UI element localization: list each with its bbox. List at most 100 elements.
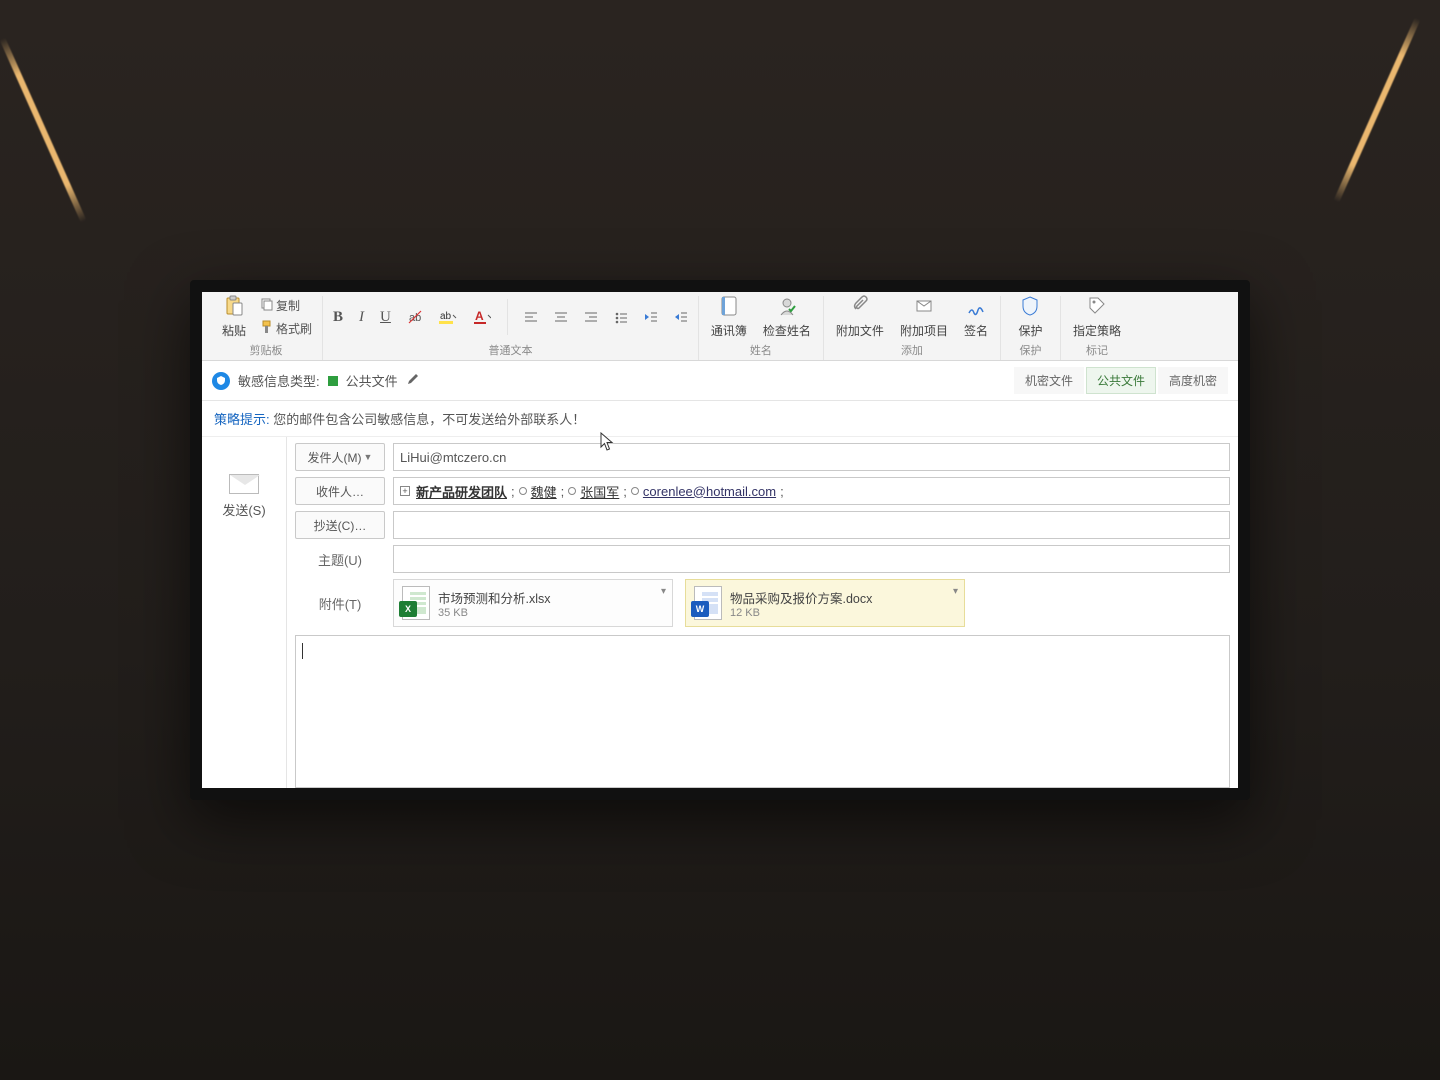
sensitivity-tabs: 机密文件 公共文件 高度机密 [1014, 367, 1228, 394]
cc-row: 抄送(C)… [295, 511, 1230, 539]
ribbon-group-include: 附加文件 附加项目 签名 添加 [824, 296, 1001, 360]
attachment-1-size: 35 KB [438, 607, 551, 619]
svg-text:ab: ab [409, 312, 421, 324]
word-file-icon: W [694, 586, 722, 620]
recipient-2[interactable]: 张国军 [580, 482, 619, 501]
check-names-button[interactable]: 检查姓名 [757, 293, 817, 341]
attachment-list: X 市场预测和分析.xlsx 35 KB ▾ W [393, 579, 1230, 627]
attach-file-label: 附加文件 [836, 322, 884, 339]
message-body[interactable] [295, 635, 1230, 788]
format-painter-label: 格式刷 [276, 320, 312, 337]
subject-field[interactable] [393, 545, 1230, 573]
cc-button[interactable]: 抄送(C)… [295, 511, 385, 539]
assign-policy-label: 指定策略 [1073, 322, 1121, 339]
attach-item-button[interactable]: 附加项目 [894, 293, 954, 341]
align-center-button[interactable] [550, 308, 572, 326]
send-column: 发送(S) [202, 437, 287, 788]
format-painter-icon [260, 320, 274, 337]
align-left-button[interactable] [520, 308, 542, 326]
attach-item-label: 附加项目 [900, 322, 948, 339]
separator [507, 299, 508, 335]
svg-text:A: A [475, 309, 484, 323]
presence-icon [568, 487, 576, 495]
attach-label: 附件(T) [295, 594, 385, 613]
signature-icon [966, 295, 986, 320]
paste-icon [224, 295, 244, 320]
ribbon-group-protect: 保护 保护 [1001, 296, 1061, 360]
edit-sensitivity-button[interactable] [406, 372, 420, 389]
protect-group-label: 保护 [1019, 342, 1041, 358]
to-label: 收件人… [316, 483, 364, 500]
names-group-label: 姓名 [750, 342, 772, 358]
svg-text:ab: ab [440, 311, 452, 322]
attachment-2-menu[interactable]: ▾ [953, 586, 958, 597]
from-value: LiHui@mtczero.cn [400, 450, 506, 465]
attachment-1-menu[interactable]: ▾ [661, 586, 666, 597]
sensitivity-tab-confidential[interactable]: 机密文件 [1014, 367, 1084, 394]
from-field[interactable]: LiHui@mtczero.cn [393, 443, 1230, 471]
highlight-button[interactable]: ab [435, 307, 461, 327]
sensitivity-tab-public[interactable]: 公共文件 [1086, 367, 1156, 394]
font-color-button[interactable]: A [469, 307, 495, 327]
expand-group-icon[interactable]: + [400, 486, 410, 496]
policy-tip-lead: 策略提示: [214, 412, 270, 427]
policy-tip-text: 您的邮件包含公司敏感信息，不可发送给外部联系人！ [273, 412, 585, 427]
address-book-label: 通讯簿 [711, 322, 747, 339]
attachment-2-name: 物品采购及报价方案.docx [730, 588, 872, 607]
sensitivity-shield-icon [212, 372, 230, 390]
from-button[interactable]: 发件人(M) ▼ [295, 443, 385, 471]
basic-text-group-label: 普通文本 [488, 342, 532, 358]
sensitivity-bar: 敏感信息类型: 公共文件 机密文件 公共文件 高度机密 [202, 361, 1238, 401]
recipient-1[interactable]: 魏健 [531, 482, 557, 501]
assign-policy-button[interactable]: 指定策略 [1067, 293, 1127, 341]
send-button[interactable]: 发送(S) [208, 465, 280, 528]
signature-button[interactable]: 签名 [958, 293, 994, 341]
bold-button[interactable]: B [329, 307, 347, 328]
paperclip-icon [850, 295, 870, 320]
attachment-2[interactable]: W 物品采购及报价方案.docx 12 KB ▾ [685, 579, 965, 627]
sensitivity-color-swatch [328, 376, 338, 386]
decrease-indent-button[interactable] [640, 308, 662, 326]
address-book-button[interactable]: 通讯簿 [705, 293, 753, 341]
copy-button[interactable]: 复制 [256, 295, 316, 316]
attach-file-button[interactable]: 附加文件 [830, 293, 890, 341]
cc-label: 抄送(C)… [314, 517, 367, 534]
to-field[interactable]: + 新产品研发团队; 魏健; 张国军; corenlee@hotmail.com… [393, 477, 1230, 505]
sensitivity-tab-highly[interactable]: 高度机密 [1158, 367, 1228, 394]
recipient-3[interactable]: corenlee@hotmail.com [643, 484, 776, 499]
tags-group-label: 标记 [1086, 342, 1108, 358]
presence-icon [519, 487, 527, 495]
include-group-label: 添加 [901, 342, 923, 358]
protect-button[interactable]: 保护 [1012, 293, 1048, 341]
attachment-1[interactable]: X 市场预测和分析.xlsx 35 KB ▾ [393, 579, 673, 627]
increase-indent-button[interactable] [670, 308, 692, 326]
from-row: 发件人(M) ▼ LiHui@mtczero.cn [295, 443, 1230, 471]
presence-icon [631, 487, 639, 495]
subject-row: 主题(U) [295, 545, 1230, 573]
paste-label: 粘贴 [222, 322, 246, 339]
ribbon: 粘贴 复制 [202, 292, 1238, 361]
attachment-1-name: 市场预测和分析.xlsx [438, 588, 551, 607]
copy-label: 复制 [276, 297, 300, 314]
italic-button[interactable]: I [355, 307, 368, 328]
paste-button[interactable]: 粘贴 [216, 293, 252, 341]
from-label: 发件人(M) [308, 449, 362, 466]
underline-button[interactable]: U [376, 307, 395, 328]
send-label: 发送(S) [222, 500, 265, 519]
format-painter-button[interactable]: 格式刷 [256, 318, 316, 339]
bullet-list-button[interactable] [610, 308, 632, 326]
sensitivity-label: 敏感信息类型: [238, 371, 320, 390]
ambient-light-right [1334, 17, 1421, 202]
ribbon-group-tags: 指定策略 标记 [1061, 296, 1133, 360]
tag-icon [1087, 295, 1107, 320]
cc-field[interactable] [393, 511, 1230, 539]
recipient-group[interactable]: 新产品研发团队 [416, 482, 507, 501]
align-right-button[interactable] [580, 308, 602, 326]
chevron-down-icon: ▼ [364, 452, 373, 462]
pencil-icon [406, 372, 420, 386]
to-button[interactable]: 收件人… [295, 477, 385, 505]
attachment-2-size: 12 KB [730, 607, 872, 619]
clear-format-button[interactable]: ab [403, 307, 427, 327]
fields-column: 发件人(M) ▼ LiHui@mtczero.cn 收件人… + 新产品研发团队… [287, 437, 1238, 788]
attachments-row: 附件(T) X 市场预测和分析.xlsx 35 KB ▾ [295, 579, 1230, 627]
